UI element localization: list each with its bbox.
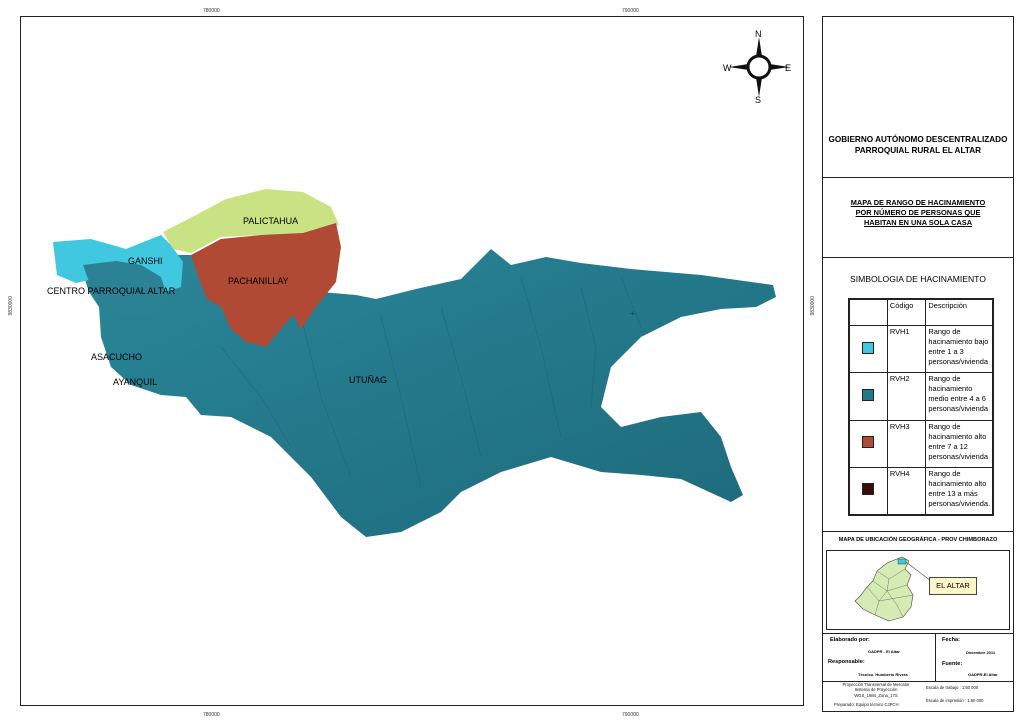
label-utunag: UTUÑAG	[349, 375, 387, 385]
fecha-label: Fecha:	[942, 637, 961, 643]
coord-bottom-right: 790000	[622, 712, 639, 718]
fuente-value: GADPR-El Altar	[968, 672, 998, 677]
coord-right: 9830000	[810, 296, 816, 316]
legend-row-rvh1: RVH1 Rango de hacinamiento bajo entre 1 …	[849, 324, 993, 374]
legend-row-rvh3: RVH3 Rango de hacinamiento alto entre 7 …	[849, 419, 993, 468]
elaborado-label: Elaborado por:	[830, 637, 870, 643]
compass-s: S	[755, 95, 761, 105]
compass-e: E	[785, 63, 791, 73]
location-map-title: MAPA DE UBICACIÓN GEOGRÁFICA - PROV CHIM…	[838, 537, 998, 543]
gov-line1: GOBIERNO AUTÓNOMO DESCENTRALIZADO	[828, 135, 1008, 144]
coord-bottom-left: 780000	[203, 712, 220, 718]
region-rvh2[interactable]	[81, 249, 776, 537]
grid-cross: +	[630, 309, 635, 318]
legend-table: Código Descripción RVH1 Rango de hacinam…	[848, 298, 994, 516]
map-frame[interactable]: PALICTAHUA GANSHI PACHANILLAY CENTRO PAR…	[20, 16, 804, 706]
projection-info: Proyección Transversal de Mercator Siste…	[842, 682, 910, 698]
responsable-value: Técnico. Humberto Rivera	[858, 672, 908, 677]
label-ayanquil: AYANQUIL	[113, 377, 157, 387]
legend-row-rvh2: RVH2 Rango de hacinamiento medio entre 4…	[849, 372, 993, 421]
legend-col-code: Código	[886, 299, 927, 326]
label-palictahua: PALICTAHUA	[243, 216, 298, 226]
el-altar-marker	[897, 558, 907, 565]
label-asacucho: ASACUCHO	[91, 352, 142, 362]
gov-title: GOBIERNO AUTÓNOMO DESCENTRALIZADO PARROQ…	[822, 134, 1014, 156]
coord-left: 9830000	[8, 296, 14, 316]
el-altar-callout: EL ALTAR	[929, 577, 977, 595]
escala-impresion: Escala de impresión : 1:50 000	[926, 698, 984, 703]
legend-row-rvh4: RVH4 Rango de hacinamiento alto entre 13…	[849, 466, 993, 516]
swatch-rvh1	[862, 341, 875, 354]
map-title: MAPA DE RANGO DE HACINAMIENTO POR NÚMERO…	[822, 198, 1014, 228]
map-canvas[interactable]: PALICTAHUA GANSHI PACHANILLAY CENTRO PAR…	[21, 17, 803, 705]
responsable-label: Responsable:	[828, 659, 865, 665]
title-line2: POR NÚMERO DE PERSONAS QUE	[855, 208, 981, 217]
coord-top-left: 780000	[203, 8, 220, 14]
compass-n: N	[755, 29, 762, 39]
inset-canvas	[854, 556, 932, 622]
fuente-label: Fuente:	[942, 661, 963, 667]
fecha-value: Diciembre 2011	[966, 650, 996, 655]
swatch-rvh4	[862, 483, 875, 496]
title-line1: MAPA DE RANGO DE HACINAMIENTO	[850, 198, 986, 207]
swatch-rvh3	[862, 436, 875, 449]
label-pachanillay: PACHANILLAY	[228, 276, 289, 286]
legend-heading: SIMBOLOGIA DE HACINAMIENTO	[850, 274, 986, 284]
label-centro: CENTRO PARROQUIAL ALTAR	[47, 286, 176, 296]
legend-col-desc: Descripción	[925, 299, 993, 326]
swatch-rvh2	[862, 388, 875, 401]
title-line3: HABITAN EN UNA SOLA CASA	[863, 218, 973, 227]
label-ganshi: GANSHI	[128, 256, 163, 266]
escala-trabajo: Escala de trabajo : 1:50 000	[926, 685, 979, 690]
compass-rose	[729, 37, 789, 97]
gov-line2: PARROQUIAL RURAL EL ALTAR	[854, 146, 982, 155]
compass-w: W	[723, 63, 732, 73]
preparado-info: Preparado: Equipo técnico CJPCH	[834, 702, 899, 707]
coord-top-right: 790000	[622, 8, 639, 14]
elaborado-value: GADPR - El Altar	[868, 649, 900, 654]
location-inset-map[interactable]	[826, 550, 1010, 630]
